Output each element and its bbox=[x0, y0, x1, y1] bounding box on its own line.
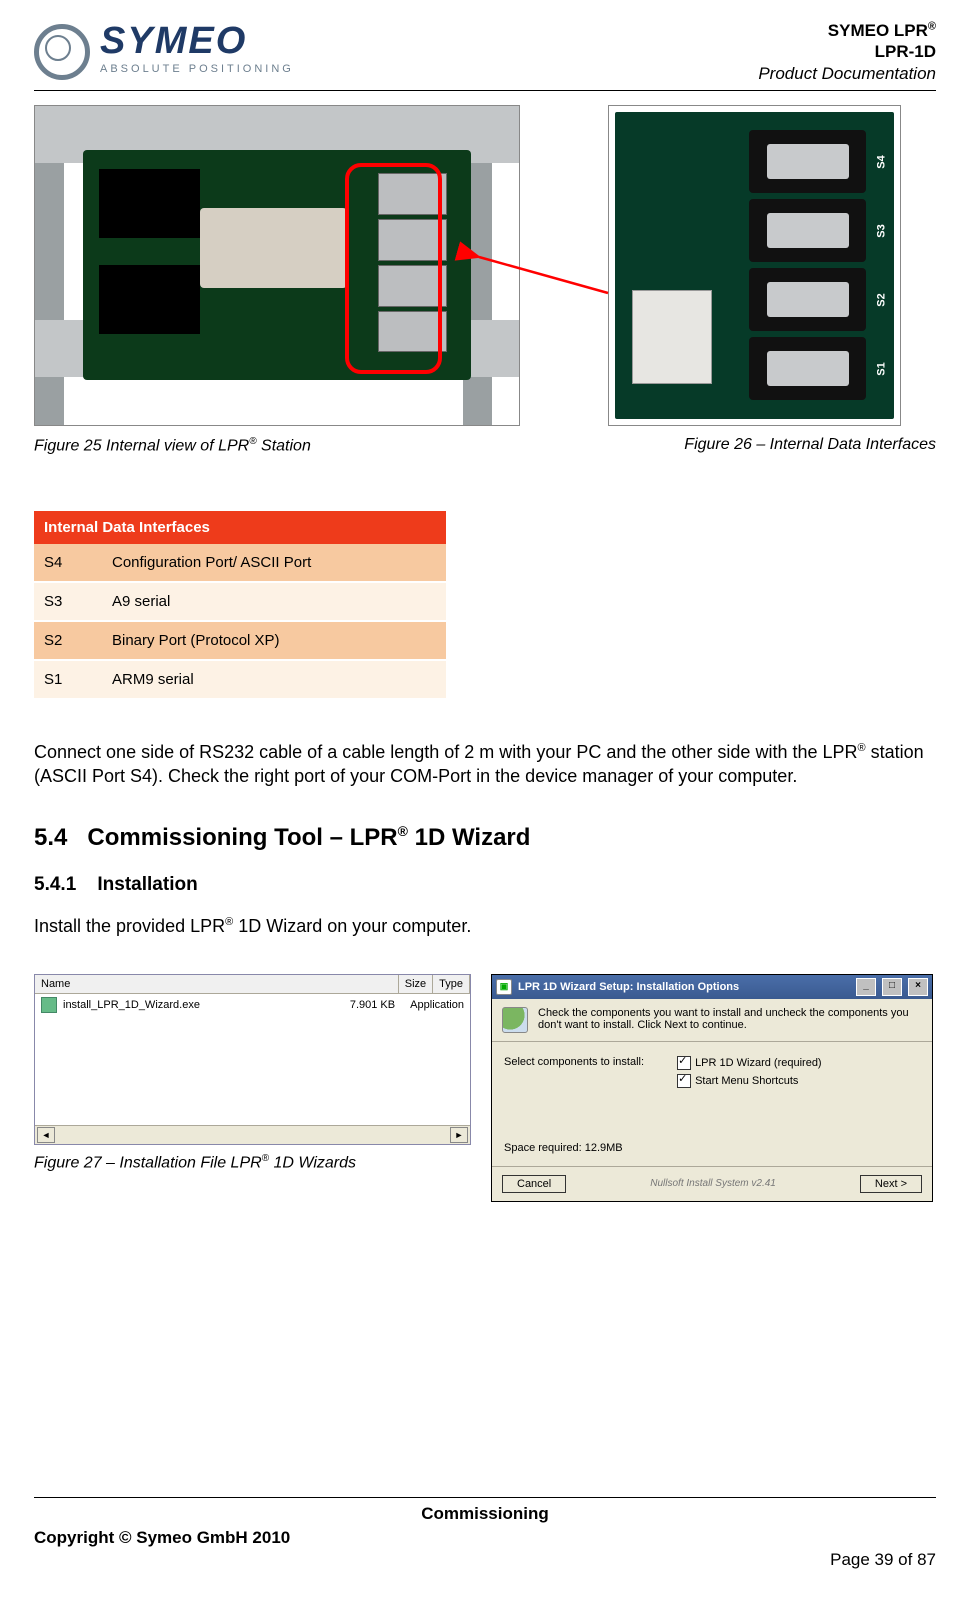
select-label: Select components to install: bbox=[504, 1056, 674, 1068]
table-title: Internal Data Interfaces bbox=[34, 511, 446, 544]
wizard-instructions: Check the components you want to install… bbox=[538, 1007, 922, 1031]
port-s2-label: S2 bbox=[875, 293, 887, 306]
footer-center: Commissioning bbox=[34, 1498, 936, 1528]
explorer-screenshot: Name Size Type install_LPR_1D_Wizard.exe… bbox=[34, 974, 471, 1145]
file-size: 7.901 KB bbox=[350, 999, 395, 1011]
page-header: SYMEO ABSOLUTE POSITIONING SYMEO LPR® LP… bbox=[34, 0, 936, 91]
nullsoft-label: Nullsoft Install System v2.41 bbox=[650, 1178, 776, 1189]
table-row: S2Binary Port (Protocol XP) bbox=[34, 621, 446, 660]
doc-line2: LPR-1D bbox=[758, 41, 936, 62]
table-row: S3A9 serial bbox=[34, 582, 446, 621]
wizard-screenshot: ▣ LPR 1D Wizard Setup: Installation Opti… bbox=[491, 974, 933, 1202]
scroll-left-icon: ◄ bbox=[37, 1127, 55, 1143]
next-button: Next > bbox=[860, 1175, 922, 1193]
file-row: install_LPR_1D_Wizard.exe 7.901 KB Appli… bbox=[35, 994, 470, 1016]
close-icon: × bbox=[908, 978, 928, 996]
port-s3-label: S3 bbox=[875, 224, 887, 237]
wizard-app-icon: ▣ bbox=[496, 979, 512, 995]
file-name: install_LPR_1D_Wizard.exe bbox=[63, 999, 344, 1011]
footer-left: Copyright © Symeo GmbH 2010 bbox=[34, 1528, 290, 1570]
file-type: Application bbox=[410, 999, 464, 1011]
highlight-box bbox=[345, 163, 442, 374]
logo-sub: ABSOLUTE POSITIONING bbox=[100, 64, 294, 75]
table-row: S4Configuration Port/ ASCII Port bbox=[34, 544, 446, 582]
option-2: Start Menu Shortcuts bbox=[677, 1074, 822, 1088]
interfaces-table: Internal Data Interfaces S4Configuration… bbox=[34, 511, 446, 700]
col-size: Size bbox=[399, 975, 433, 993]
checkbox-icon bbox=[677, 1056, 691, 1070]
doc-line3: Product Documentation bbox=[758, 63, 936, 84]
checkbox-icon bbox=[677, 1074, 691, 1088]
paragraph-connect: Connect one side of RS232 cable of a cab… bbox=[34, 740, 936, 789]
col-type: Type bbox=[433, 975, 470, 993]
wizard-step-icon bbox=[502, 1007, 528, 1033]
figure-25-caption: Figure 25 Internal view of LPR® Station bbox=[34, 436, 311, 455]
space-required: Space required: 12.9MB bbox=[492, 1102, 932, 1166]
subsection-heading: 5.4.1 Installation bbox=[34, 874, 936, 896]
registered-sup: ® bbox=[928, 20, 936, 32]
paragraph-install: Install the provided LPR® 1D Wizard on y… bbox=[34, 914, 936, 938]
cancel-button: Cancel bbox=[502, 1175, 566, 1193]
figures-row: S4 S3 S2 S1 bbox=[34, 105, 936, 426]
wizard-title: LPR 1D Wizard Setup: Installation Option… bbox=[518, 981, 739, 993]
logo: SYMEO ABSOLUTE POSITIONING bbox=[34, 18, 294, 80]
figure-25-image bbox=[34, 105, 520, 426]
minimize-icon: _ bbox=[856, 978, 876, 996]
scroll-right-icon: ► bbox=[450, 1127, 468, 1143]
doc-line1: SYMEO LPR bbox=[828, 21, 928, 40]
doc-title: SYMEO LPR® LPR-1D Product Documentation bbox=[758, 18, 936, 84]
option-1: LPR 1D Wizard (required) bbox=[677, 1056, 822, 1070]
page-footer: Commissioning Copyright © Symeo GmbH 201… bbox=[34, 1497, 936, 1570]
figure-26-caption: Figure 26 – Internal Data Interfaces bbox=[684, 436, 936, 455]
logo-main: SYMEO bbox=[100, 22, 294, 60]
port-s4-label: S4 bbox=[875, 155, 887, 168]
port-s1-label: S1 bbox=[875, 362, 887, 375]
logo-icon bbox=[34, 24, 90, 80]
figure-27-caption: Figure 27 – Installation File LPR® 1D Wi… bbox=[34, 1153, 471, 1172]
col-name: Name bbox=[35, 975, 399, 993]
installer-icon bbox=[41, 997, 57, 1013]
maximize-icon: □ bbox=[882, 978, 902, 996]
footer-right: Page 39 of 87 bbox=[830, 1528, 936, 1570]
figure-26-image: S4 S3 S2 S1 bbox=[608, 105, 901, 426]
table-row: S1ARM9 serial bbox=[34, 660, 446, 699]
section-heading: 5.4 Commissioning Tool – LPR® 1D Wizard bbox=[34, 823, 936, 852]
